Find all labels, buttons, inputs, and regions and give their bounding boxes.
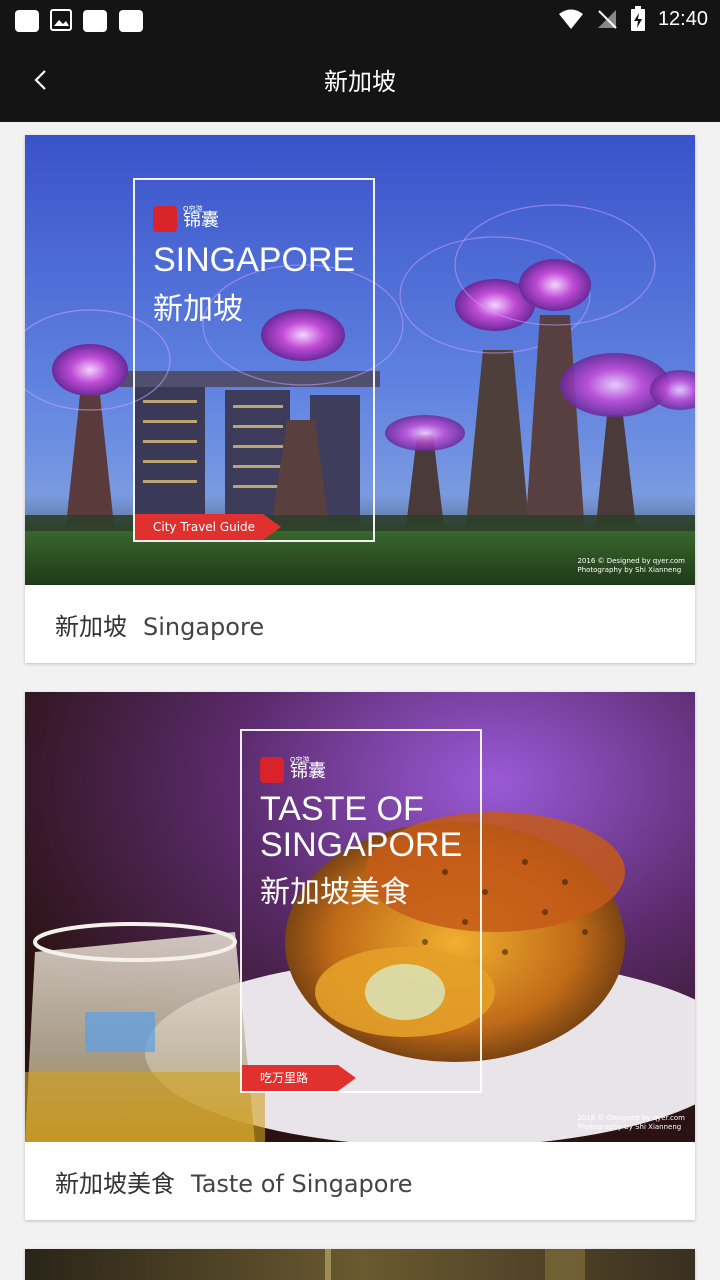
cover-heading-en-line-2: SINGAPORE bbox=[260, 826, 463, 864]
brand-small: Q穷游 bbox=[290, 756, 310, 764]
card-title-cn: 新加坡美食 bbox=[55, 1170, 175, 1198]
wifi-icon bbox=[558, 9, 583, 29]
cover-title-frame: 锦囊 Q穷游 SINGAPORE 新加坡 City Travel Guide bbox=[133, 178, 375, 542]
image-notification-icon bbox=[50, 9, 72, 31]
system-icons: 12:40 bbox=[558, 6, 708, 32]
cover-heading-en: SINGAPORE bbox=[153, 241, 356, 279]
shield-icon bbox=[153, 206, 177, 232]
cover-heading-en-line-1: TASTE OF bbox=[260, 790, 424, 828]
brand-logo: 锦囊 Q穷游 bbox=[260, 756, 326, 783]
card-title: 新加坡美食 Taste of Singapore bbox=[55, 1164, 413, 1199]
guide-cover-image: 锦囊 Q穷游 TASTE OF SINGAPORE 新加坡美食 吃万里路 201… bbox=[25, 692, 695, 1142]
guide-cover-image: 锦囊 Q穷游 SINGAPORE 新加坡 City Travel Guide 2… bbox=[25, 135, 695, 585]
notification-icon bbox=[119, 10, 143, 32]
battery-charging-icon bbox=[630, 6, 645, 31]
cover-ribbon: City Travel Guide bbox=[135, 514, 281, 540]
brand-small: Q穷游 bbox=[183, 205, 203, 213]
shield-icon bbox=[260, 757, 284, 783]
cover-heading-cn: 新加坡 bbox=[153, 292, 243, 327]
status-bar: 12:40 bbox=[0, 0, 720, 40]
notification-icon bbox=[83, 10, 107, 32]
credit-line-2: Photography by Shi Xianneng bbox=[577, 566, 682, 574]
notification-icons bbox=[14, 8, 144, 32]
card-footer: 新加坡 Singapore bbox=[25, 585, 695, 663]
photo-credit: 2016 © Designed by qyer.com Photography … bbox=[577, 1114, 685, 1132]
credit-line-2: Photography by Shi Xianneng bbox=[577, 1123, 682, 1131]
app-bar: 新加坡 bbox=[0, 40, 720, 122]
card-title-en: Taste of Singapore bbox=[191, 1170, 413, 1198]
card-title: 新加坡 Singapore bbox=[55, 607, 264, 642]
cover-photo-partial bbox=[25, 1249, 695, 1280]
notification-icon bbox=[15, 10, 39, 32]
photo-credit: 2016 © Designed by qyer.com Photography … bbox=[577, 557, 685, 575]
cover-title-frame: 锦囊 Q穷游 TASTE OF SINGAPORE 新加坡美食 吃万里路 bbox=[240, 729, 482, 1093]
guide-card-taste-of-singapore[interactable]: 锦囊 Q穷游 TASTE OF SINGAPORE 新加坡美食 吃万里路 201… bbox=[25, 692, 695, 1220]
guide-card-singapore[interactable]: 锦囊 Q穷游 SINGAPORE 新加坡 City Travel Guide 2… bbox=[25, 135, 695, 663]
clock: 12:40 bbox=[657, 7, 708, 30]
ribbon-label: City Travel Guide bbox=[153, 520, 256, 534]
credit-line-1: 2016 © Designed by qyer.com bbox=[577, 1114, 685, 1122]
no-signal-icon bbox=[597, 10, 617, 29]
brand-logo: 锦囊 Q穷游 bbox=[153, 205, 219, 232]
cover-heading-cn: 新加坡美食 bbox=[260, 875, 410, 910]
page-title: 新加坡 bbox=[324, 68, 396, 96]
card-title-en: Singapore bbox=[143, 613, 265, 641]
credit-line-1: 2016 © Designed by qyer.com bbox=[577, 557, 685, 565]
ribbon-label: 吃万里路 bbox=[260, 1071, 309, 1085]
card-footer: 新加坡美食 Taste of Singapore bbox=[25, 1142, 695, 1220]
card-title-cn: 新加坡 bbox=[55, 613, 127, 641]
cover-ribbon: 吃万里路 bbox=[242, 1065, 356, 1091]
guide-card-partial[interactable] bbox=[25, 1249, 695, 1280]
